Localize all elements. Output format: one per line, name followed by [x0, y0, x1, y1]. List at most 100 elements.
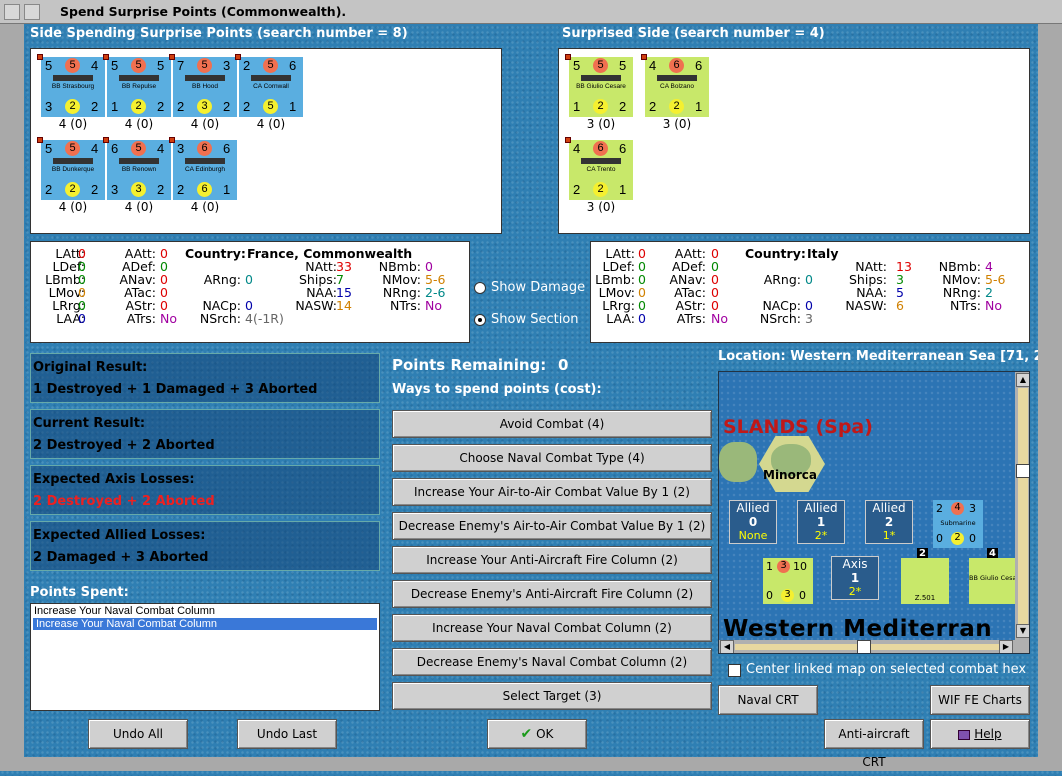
country-label: Country:	[745, 246, 806, 261]
points-spent-list[interactable]: Increase Your Naval Combat Column Increa…	[30, 603, 380, 711]
stat-label: NSrch:	[759, 311, 801, 326]
ship-counter[interactable]: 3 6 6 CA Edinburgh 2 6 1	[169, 137, 237, 200]
box-title: Allied	[736, 501, 770, 515]
increase-anti-aircraft-button[interactable]: Increase Your Anti-Aircraft Fire Column …	[392, 546, 712, 574]
counter-value: 2	[45, 182, 53, 197]
ship-counter[interactable]: 5 5 5 BB Giulio Cesare 1 2 2	[565, 54, 633, 117]
counter-value: 5	[197, 58, 212, 73]
show-damage-label[interactable]: Show Damage	[491, 280, 585, 295]
map-horizontal-scrollbar[interactable]: ◀ ▶	[719, 640, 1029, 653]
ship-counter[interactable]: 4 6 6 CA Bolzano 2 2 1	[641, 54, 709, 117]
center-linked-checkbox[interactable]	[728, 664, 741, 677]
decrease-enemy-air-to-air-button[interactable]: Decrease Enemy's Air-to-Air Combat Value…	[392, 512, 712, 540]
z501-counter[interactable]: Z.501	[901, 558, 949, 604]
ship-silhouette-icon	[53, 158, 93, 164]
axis-ship-counter[interactable]: 1 3 10 0 3 0	[763, 558, 813, 604]
decrease-enemy-naval-combat-button[interactable]: Decrease Enemy's Naval Combat Column (2)	[392, 648, 712, 676]
counter-value: 5	[45, 58, 53, 73]
stat-label: ARng:	[763, 272, 801, 287]
system-menu-icon[interactable]	[4, 4, 20, 20]
counter-value: 2	[669, 99, 684, 114]
combat-box-allied-2[interactable]: Allied 2 1*	[865, 500, 913, 544]
counter-value: 1	[573, 99, 581, 114]
naval-crt-button[interactable]: Naval CRT	[718, 685, 818, 715]
window-title: Spend Surprise Points (Commonwealth).	[60, 4, 347, 19]
list-item-selected[interactable]: Increase Your Naval Combat Column	[33, 618, 377, 630]
stat-value: 0	[805, 272, 813, 287]
avoid-combat-button[interactable]: Avoid Combat (4)	[392, 410, 712, 438]
map-vertical-scrollbar[interactable]: ▲ ▼	[1015, 372, 1029, 640]
z501-label: Z.501	[914, 594, 936, 602]
selection-marker-icon	[103, 137, 109, 143]
increase-air-to-air-button[interactable]: Increase Your Air-to-Air Combat Value By…	[392, 478, 712, 506]
undo-last-button[interactable]: Undo Last	[237, 719, 337, 749]
combat-box-axis-1[interactable]: Axis 1 2*	[831, 556, 879, 600]
stat-value: 0	[78, 311, 86, 326]
counter-value: 1	[619, 182, 627, 197]
anti-aircraft-crt-button[interactable]: Anti-aircraft CRT	[824, 719, 924, 769]
counter-value: 1	[289, 99, 297, 114]
counter-value: 2	[157, 182, 165, 197]
counter-value: 3	[45, 99, 53, 114]
selection-marker-icon	[37, 137, 43, 143]
counter-value: 6	[223, 141, 231, 156]
stat-label: ARng:	[203, 272, 241, 287]
counter-value: 5	[619, 58, 627, 73]
ship-counter[interactable]: 5 5 5 BB Repulse 1 2 2	[103, 54, 171, 117]
box-sub: 2*	[848, 585, 862, 598]
close-icon[interactable]	[24, 4, 40, 20]
box-title: Allied	[804, 501, 838, 515]
ship-counter[interactable]: 2 5 6 CA Cornwall 2 5 1	[235, 54, 303, 117]
selection-marker-icon	[169, 54, 175, 60]
counter-value: 5	[157, 58, 165, 73]
counter-value: 2	[223, 99, 231, 114]
current-result-title: Current Result:	[33, 416, 146, 431]
increase-naval-combat-button[interactable]: Increase Your Naval Combat Column (2)	[392, 614, 712, 642]
left-side-header: Side Spending Surprise Points (search nu…	[30, 26, 408, 41]
ship-silhouette-icon	[185, 75, 225, 81]
stat-label: NTrs:	[389, 298, 421, 313]
show-section-label[interactable]: Show Section	[491, 312, 579, 327]
ship-counter[interactable]: 4 6 6 CA Trento 2 2 1	[565, 137, 633, 200]
ship-counter[interactable]: 7 5 3 BB Hood 2 3 2	[169, 54, 237, 117]
ship-counter[interactable]: 5 5 4 BB Dunkerque 2 2 2	[37, 137, 105, 200]
undo-all-button[interactable]: Undo All	[88, 719, 188, 749]
combat-box-allied-0[interactable]: Allied 0 None	[729, 500, 777, 544]
selection-marker-icon	[169, 137, 175, 143]
ship-counter[interactable]: 6 5 4 BB Renown 3 3 2	[103, 137, 171, 200]
select-target-button[interactable]: Select Target (3)	[392, 682, 712, 710]
stat-label: NTrs:	[949, 298, 981, 313]
combat-box-allied-1[interactable]: Allied 1 2*	[797, 500, 845, 544]
counter-ship-name: BB Strasbourg	[51, 83, 95, 90]
wif-charts-button[interactable]: WIF FE Charts	[930, 685, 1030, 715]
submarine-counter[interactable]: 2 4 3 Submarine 0 2 0	[933, 500, 983, 548]
ship-silhouette-icon	[251, 75, 291, 81]
box-number: 1	[850, 571, 860, 585]
selection-marker-icon	[235, 54, 241, 60]
horizontal-scroll-thumb[interactable]	[857, 640, 871, 653]
box-sub: 1*	[882, 529, 896, 542]
decrease-enemy-anti-aircraft-button[interactable]: Decrease Enemy's Anti-Aircraft Fire Colu…	[392, 580, 712, 608]
ship-counter[interactable]: 5 5 4 BB Strasbourg 3 2 2	[37, 54, 105, 117]
choose-naval-combat-type-button[interactable]: Choose Naval Combat Type (4)	[392, 444, 712, 472]
show-damage-radio[interactable]	[474, 282, 486, 294]
counter-strength: 4 (0)	[58, 200, 88, 214]
giulio-cesare-counter[interactable]: BB Giulio Cesa	[969, 558, 1017, 604]
center-linked-label[interactable]: Center linked map on selected combat hex	[746, 662, 1026, 677]
counter-value: 2	[91, 182, 99, 197]
counter-strength: 4 (0)	[190, 200, 220, 214]
mini-map[interactable]: SLANDS (Spa) Minorca Allied 0 None Allie…	[718, 371, 1030, 654]
list-item[interactable]: Increase Your Naval Combat Column	[31, 604, 379, 618]
counter-ship-name: BB Repulse	[121, 83, 157, 90]
window-frame-bottom	[0, 757, 1062, 771]
ok-button[interactable]: ✔ OK	[487, 719, 587, 749]
book-icon	[958, 729, 971, 740]
vertical-scroll-thumb[interactable]	[1016, 464, 1029, 478]
show-section-radio[interactable]	[474, 314, 486, 326]
counter-value: 2	[91, 99, 99, 114]
help-button[interactable]: Help	[930, 719, 1030, 749]
stat-value: No	[711, 311, 728, 326]
help-label: Help	[974, 727, 1002, 741]
counter-value: 5	[593, 58, 608, 73]
counter-value: 2	[157, 99, 165, 114]
